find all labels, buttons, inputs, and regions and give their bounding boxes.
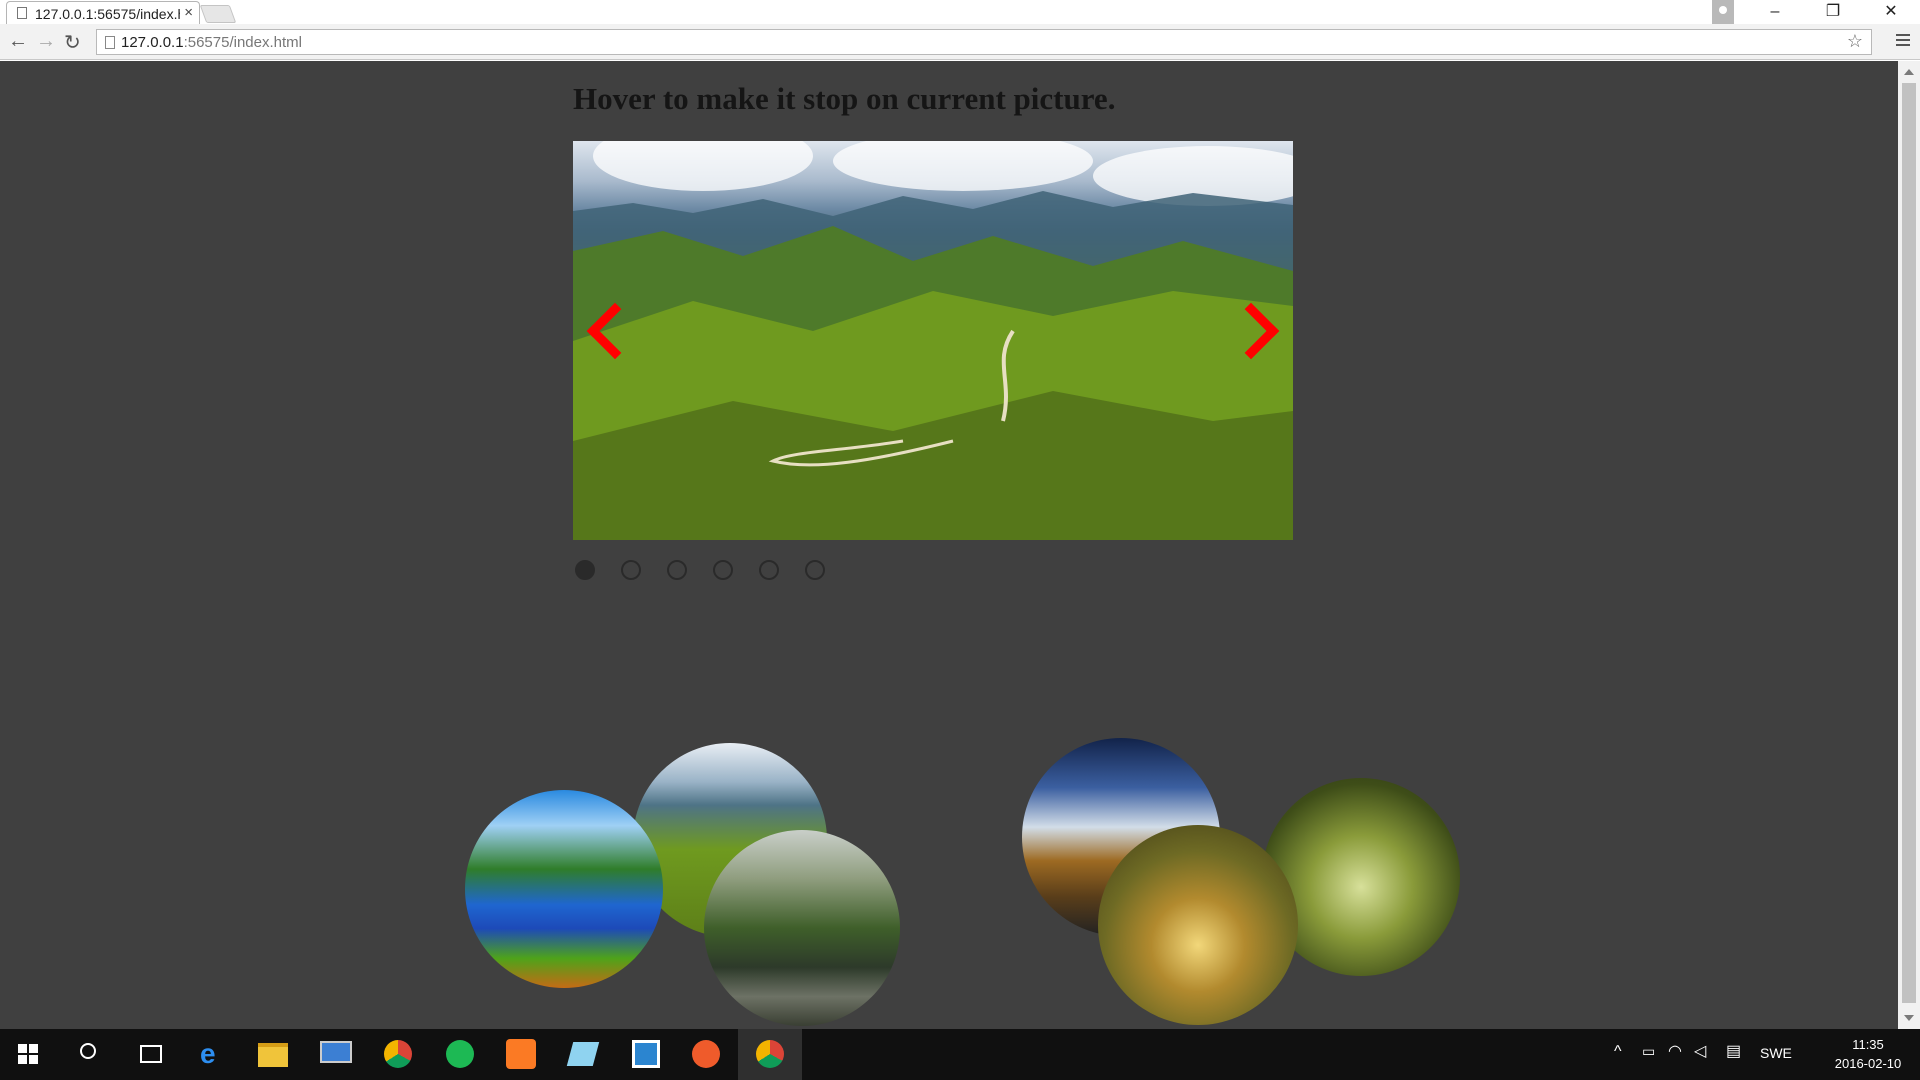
- image-slider[interactable]: [573, 141, 1293, 540]
- circle-image-lake[interactable]: [465, 790, 663, 988]
- battery-icon[interactable]: ▭: [1642, 1043, 1655, 1060]
- action-center-icon[interactable]: ▤: [1726, 1041, 1741, 1061]
- circle-image-tree-tunnel[interactable]: [1098, 825, 1298, 1025]
- task-view-icon[interactable]: [140, 1045, 162, 1063]
- chrome-menu-icon[interactable]: [1896, 34, 1910, 48]
- clock-date: 2016-02-10: [1834, 1056, 1902, 1071]
- file-explorer-icon[interactable]: [258, 1043, 288, 1067]
- chrome-icon[interactable]: [384, 1040, 412, 1068]
- url-host: 127.0.0.1: [121, 34, 184, 51]
- forward-button[interactable]: →: [36, 30, 56, 53]
- browser-title-bar: 127.0.0.1:56575/index.html × – ❐ ✕: [0, 0, 1920, 24]
- url-text: 127.0.0.1:56575/index.html: [121, 34, 302, 51]
- spotify-icon[interactable]: [446, 1040, 474, 1068]
- profile-icon[interactable]: [1712, 0, 1734, 24]
- scroll-down-icon[interactable]: [1904, 1015, 1914, 1021]
- url-path: :56575/index.html: [183, 34, 302, 51]
- circle-image-castle[interactable]: [704, 830, 900, 1026]
- address-bar[interactable]: 127.0.0.1:56575/index.html ☆: [96, 29, 1872, 55]
- browser-tab[interactable]: 127.0.0.1:56575/index.html ×: [6, 1, 200, 24]
- tab-title: 127.0.0.1:56575/index.html: [35, 6, 180, 22]
- page-info-icon[interactable]: [105, 36, 115, 49]
- xampp-icon[interactable]: [506, 1039, 536, 1069]
- bookmark-star-icon[interactable]: ☆: [1847, 31, 1863, 52]
- minimize-button[interactable]: –: [1746, 0, 1804, 24]
- volume-icon[interactable]: ◁: [1694, 1041, 1706, 1061]
- slider-dot[interactable]: [805, 560, 825, 580]
- browser-toolbar: ← → ↻ 127.0.0.1:56575/index.html ☆: [0, 24, 1920, 60]
- slider-dot[interactable]: [759, 560, 779, 580]
- clock-time: 11:35: [1852, 1037, 1884, 1052]
- page-scrollbar[interactable]: [1898, 61, 1920, 1029]
- close-window-button[interactable]: ✕: [1862, 0, 1920, 24]
- windows-taskbar: e ^ ▭ ◠ ◁ ▤ SWE 11:35 2016-02-10: [0, 1029, 1920, 1080]
- page-heading: Hover to make it stop on current picture…: [573, 81, 1116, 116]
- edge-icon[interactable]: e: [200, 1040, 216, 1068]
- wifi-icon[interactable]: ◠: [1668, 1041, 1682, 1061]
- show-hidden-icons-icon[interactable]: ^: [1614, 1043, 1622, 1061]
- restore-button[interactable]: ❐: [1804, 0, 1862, 24]
- language-indicator[interactable]: SWE: [1760, 1045, 1792, 1061]
- scrollbar-thumb[interactable]: [1902, 83, 1916, 1003]
- slider-dot[interactable]: [713, 560, 733, 580]
- brackets-icon[interactable]: [632, 1040, 660, 1068]
- notepad-icon[interactable]: [566, 1042, 600, 1066]
- lenovo-monitor-icon[interactable]: [320, 1041, 352, 1063]
- page-icon: [17, 7, 27, 19]
- reload-button[interactable]: ↻: [64, 30, 81, 55]
- search-icon[interactable]: [80, 1043, 96, 1059]
- slider-dot[interactable]: [667, 560, 687, 580]
- scroll-up-icon[interactable]: [1904, 69, 1914, 75]
- clock[interactable]: 11:35 2016-02-10: [1820, 1035, 1916, 1073]
- windows-start-icon[interactable]: [18, 1044, 38, 1064]
- page-viewport: Hover to make it stop on current picture…: [0, 61, 1898, 1029]
- new-tab-button[interactable]: [199, 5, 237, 23]
- pen-app-icon[interactable]: [692, 1040, 720, 1068]
- chrome-active-icon[interactable]: [756, 1040, 784, 1068]
- slider-dots: [573, 560, 825, 580]
- slider-dot[interactable]: [621, 560, 641, 580]
- tab-close-icon[interactable]: ×: [184, 4, 193, 21]
- mountain-landscape: [573, 191, 1293, 540]
- slider-dot[interactable]: [575, 560, 595, 580]
- back-button[interactable]: ←: [8, 30, 28, 53]
